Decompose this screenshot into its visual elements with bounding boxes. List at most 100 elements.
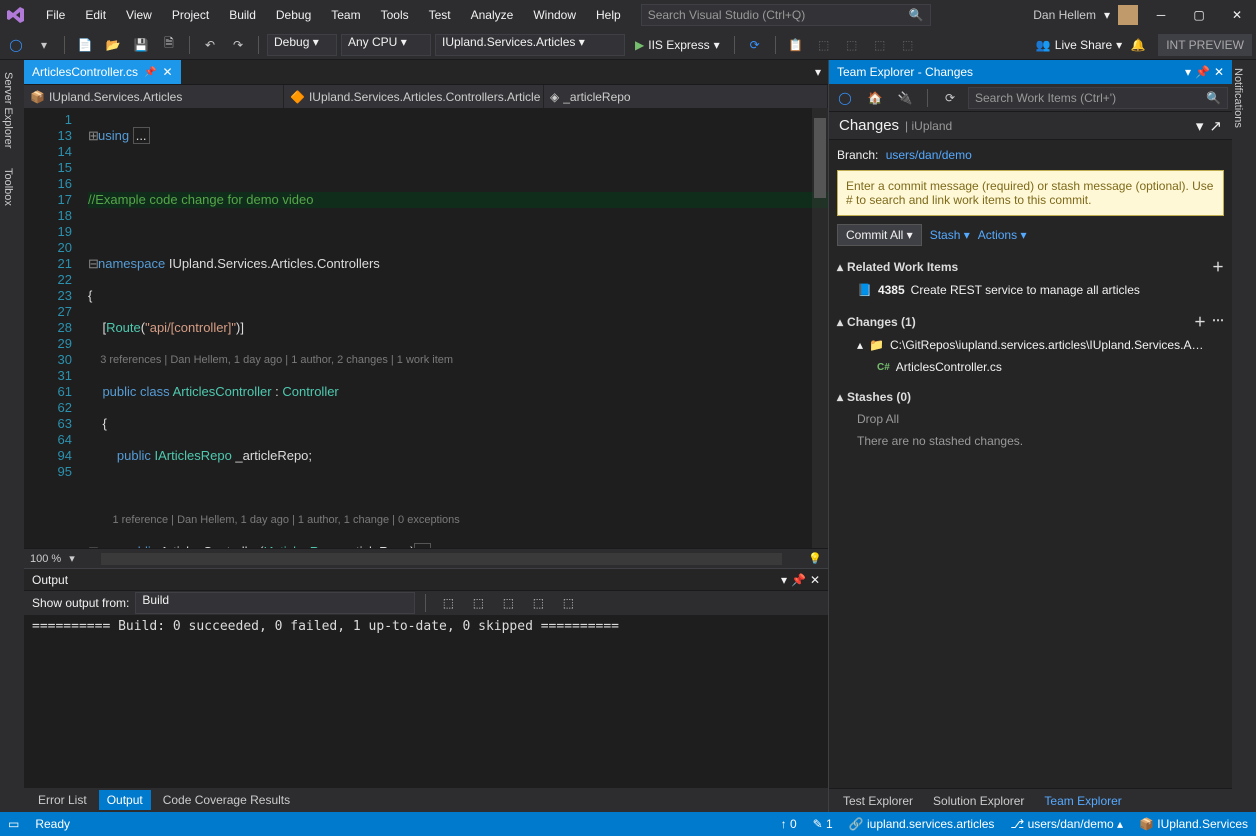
server-explorer-tab[interactable]: Server Explorer [0,68,24,152]
close-icon[interactable]: ✕ [810,573,820,587]
work-item-row[interactable]: 📘 4385 Create REST service to manage all… [837,279,1224,301]
menu-tools[interactable]: Tools [371,4,419,26]
menu-build[interactable]: Build [219,4,266,26]
new-item-button[interactable]: 📄 [73,33,97,57]
doc-tab-active[interactable]: ArticlesController.cs 📌 ✕ [24,60,181,84]
horizontal-scrollbar[interactable] [101,553,783,565]
add-work-item-button[interactable]: ＋ [1212,258,1224,275]
close-icon[interactable]: ✕ [1214,65,1224,79]
repo-status[interactable]: 🔗 iupland.services.articles [849,817,995,831]
redo-button[interactable]: ↷ [226,33,250,57]
pin-icon[interactable]: 📌 [1195,65,1210,79]
branch-link[interactable]: users/dan/demo [886,148,972,162]
push-status[interactable]: ↑ 0 [781,817,797,831]
branch-status[interactable]: ⎇ users/dan/demo ▴ [1010,817,1123,831]
feedback-button[interactable]: 🔔 [1126,33,1150,57]
stash-link[interactable]: Stash ▾ [930,228,970,242]
code-editor[interactable]: ⊞using ... //Example code change for dem… [84,108,828,548]
tb-icon[interactable]: ⬚ [896,33,920,57]
work-items-search[interactable]: Search Work Items (Ctrl+') 🔍 [968,87,1228,109]
close-tab-button[interactable]: ✕ [162,65,172,79]
pin-icon[interactable]: 📌 [144,67,156,78]
tb-icon[interactable]: ⬚ [840,33,864,57]
tab-test-explorer[interactable]: Test Explorer [835,791,921,811]
back-button[interactable]: ◯ [833,86,857,110]
tab-solution-explorer[interactable]: Solution Explorer [925,791,1032,811]
expand-icon[interactable]: ▴ [837,260,843,274]
changed-file-row[interactable]: C# ArticlesController.cs [837,356,1224,378]
quick-launch-input[interactable]: Search Visual Studio (Ctrl+Q) 🔍 [641,4,931,26]
menu-help[interactable]: Help [586,4,631,26]
menu-edit[interactable]: Edit [75,4,116,26]
dropdown-icon[interactable]: ▾ [1185,65,1191,79]
project-status[interactable]: 📦 IUpland.Services [1139,817,1248,831]
tb-icon[interactable]: ⬚ [868,33,892,57]
tab-dropdown-button[interactable]: ▾ [808,65,828,79]
toolbox-tab[interactable]: Toolbox [0,164,24,210]
zoom-dropdown[interactable]: 100 % [30,553,61,565]
menu-file[interactable]: File [36,4,75,26]
output-tb-icon[interactable]: ⬚ [556,591,580,615]
minimize-button[interactable]: ─ [1146,4,1176,26]
output-tb-icon[interactable]: ⬚ [526,591,550,615]
tb-icon[interactable]: ⬚ [812,33,836,57]
maximize-button[interactable]: ▢ [1184,4,1214,26]
refresh-button[interactable]: ⟳ [938,86,962,110]
nav-project-dropdown[interactable]: 📦 IUpland.Services.Articles [24,85,284,108]
folder-row[interactable]: ▴ 📁 C:\GitRepos\iupland.services.article… [837,334,1224,356]
vertical-scrollbar[interactable] [812,108,828,548]
chevron-down-icon[interactable]: ▾ [1196,117,1204,135]
notifications-tab[interactable]: Notifications [1232,68,1244,128]
user-name[interactable]: Dan Hellem [1033,8,1096,22]
undo-button[interactable]: ↶ [198,33,222,57]
open-button[interactable]: 📂 [101,33,125,57]
lightbulb-icon[interactable]: 💡 [808,552,822,565]
nav-back-button[interactable]: ◯ [4,33,28,57]
menu-debug[interactable]: Debug [266,4,321,26]
dropdown-icon[interactable]: ▾ [781,573,787,587]
menu-view[interactable]: View [116,4,162,26]
config-dropdown[interactable]: Debug ▾ [267,34,337,56]
expand-icon[interactable]: ▴ [857,338,863,352]
pull-status[interactable]: ✎ 1 [813,817,833,831]
expand-icon[interactable]: ▴ [837,390,843,404]
menu-project[interactable]: Project [162,4,219,26]
output-tb-icon[interactable]: ⬚ [436,591,460,615]
menu-window[interactable]: Window [523,4,586,26]
tab-code-coverage[interactable]: Code Coverage Results [155,790,298,810]
menu-team[interactable]: Team [321,4,370,26]
actions-link[interactable]: Actions ▾ [978,228,1027,242]
tab-output[interactable]: Output [99,790,151,810]
output-text[interactable]: ========== Build: 0 succeeded, 0 failed,… [24,615,828,788]
drop-all-link[interactable]: Drop All [837,408,1224,430]
save-button[interactable]: 💾 [129,33,153,57]
menu-test[interactable]: Test [419,4,461,26]
liveshare-button[interactable]: 👥 Live Share ▾ [1036,38,1122,52]
startup-dropdown[interactable]: IUpland.Services.Articles ▾ [435,34,625,56]
home-button[interactable]: 🏠 [863,86,887,110]
add-button[interactable]: ＋ [1194,313,1206,330]
connect-button[interactable]: 🔌 [893,86,917,110]
output-tb-icon[interactable]: ⬚ [496,591,520,615]
pin-icon[interactable]: 📌 [791,573,806,587]
nav-fwd-button[interactable]: ▾ [32,33,56,57]
tab-team-explorer[interactable]: Team Explorer [1036,791,1129,811]
commit-message-input[interactable]: Enter a commit message (required) or sta… [837,170,1224,216]
commit-all-button[interactable]: Commit All ▾ [837,224,922,246]
platform-dropdown[interactable]: Any CPU ▾ [341,34,431,56]
output-tb-icon[interactable]: ⬚ [466,591,490,615]
tab-error-list[interactable]: Error List [30,790,95,810]
popout-icon[interactable]: ↗ [1209,117,1222,135]
menu-analyze[interactable]: Analyze [461,4,524,26]
refresh-button[interactable]: ⟳ [743,33,767,57]
browser-link-button[interactable]: 📋 [784,33,808,57]
run-button[interactable]: ▶IIS Express ▾ [629,34,726,56]
expand-icon[interactable]: ▴ [837,315,843,329]
more-button[interactable]: ⋯ [1212,313,1224,330]
close-button[interactable]: ✕ [1222,4,1252,26]
chevron-down-icon[interactable]: ▾ [1104,8,1110,22]
nav-class-dropdown[interactable]: 🔶 IUpland.Services.Articles.Controllers.… [284,85,544,108]
nav-member-dropdown[interactable]: ◈ _articleRepo [544,85,828,108]
save-all-button[interactable]: 🗎 [157,33,181,57]
output-source-dropdown[interactable]: Build [135,592,415,614]
